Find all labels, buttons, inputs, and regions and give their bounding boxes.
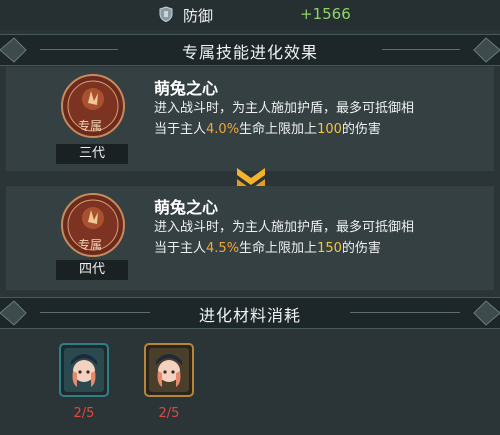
exclusive-badge: 专属: [78, 119, 103, 133]
materials-section-header: 进化材料消耗: [0, 297, 500, 329]
character-portrait-icon: [144, 343, 194, 397]
material-count: 2/5: [73, 406, 95, 421]
effects-section-title: 专属技能进化效果: [181, 43, 318, 62]
stat-bar: 防御 +1566: [0, 0, 500, 30]
skill-card-next: 专属 四代 萌兔之心 进入战斗时，为主人施加护盾，最多可抵御相 当于主人4.5%…: [6, 186, 494, 290]
tier-label: 三代: [56, 144, 128, 164]
header-ornament-right-icon: [473, 300, 500, 326]
header-line-right: [382, 49, 460, 50]
desc-text: 的伤害: [341, 241, 381, 256]
skill-name: 萌兔之心: [154, 198, 219, 217]
skill-description: 进入战斗时，为主人施加护盾，最多可抵御相 当于主人4.5%生命上限加上150的伤…: [154, 217, 494, 259]
desc-text: 生命上限加上: [239, 122, 318, 137]
desc-text: 当于主人: [154, 241, 207, 256]
material-slot-2[interactable]: [144, 343, 194, 397]
desc-line-2: 当于主人4.5%生命上限加上150的伤害: [154, 238, 494, 259]
shield-icon: [159, 6, 173, 22]
material-slot-1[interactable]: [59, 343, 109, 397]
tier-label: 四代: [56, 260, 128, 280]
stat-value: +1566: [300, 5, 351, 23]
skill-description: 进入战斗时，为主人施加护盾，最多可抵御相 当于主人4.0%生命上限加上100的伤…: [154, 98, 494, 140]
desc-line-1: 进入战斗时，为主人施加护盾，最多可抵御相: [154, 101, 415, 116]
desc-line-1: 进入战斗时，为主人施加护盾，最多可抵御相: [154, 220, 415, 235]
stat-label: 防御: [183, 7, 214, 25]
exclusive-badge: 专属: [78, 238, 103, 252]
skill-card-current: 专属 三代 萌兔之心 进入战斗时，为主人施加护盾，最多可抵御相 当于主人4.0%…: [6, 67, 494, 171]
desc-line-2: 当于主人4.0%生命上限加上100的伤害: [154, 119, 494, 140]
shield-percent: 4.0%: [206, 122, 240, 137]
desc-text: 的伤害: [341, 122, 381, 137]
material-count: 2/5: [158, 406, 180, 421]
desc-text: 生命上限加上: [239, 241, 318, 256]
materials-section-title: 进化材料消耗: [198, 306, 301, 325]
header-ornament-right-icon: [473, 37, 500, 63]
character-portrait-icon: [59, 343, 109, 397]
shield-flat-value: 100: [317, 122, 342, 137]
desc-text: 当于主人: [154, 122, 207, 137]
header-line-right: [350, 312, 460, 313]
shield-flat-value: 150: [317, 241, 342, 256]
skill-name: 萌兔之心: [154, 79, 219, 98]
shield-percent: 4.5%: [206, 241, 240, 256]
effects-section-header: 专属技能进化效果: [0, 34, 500, 66]
